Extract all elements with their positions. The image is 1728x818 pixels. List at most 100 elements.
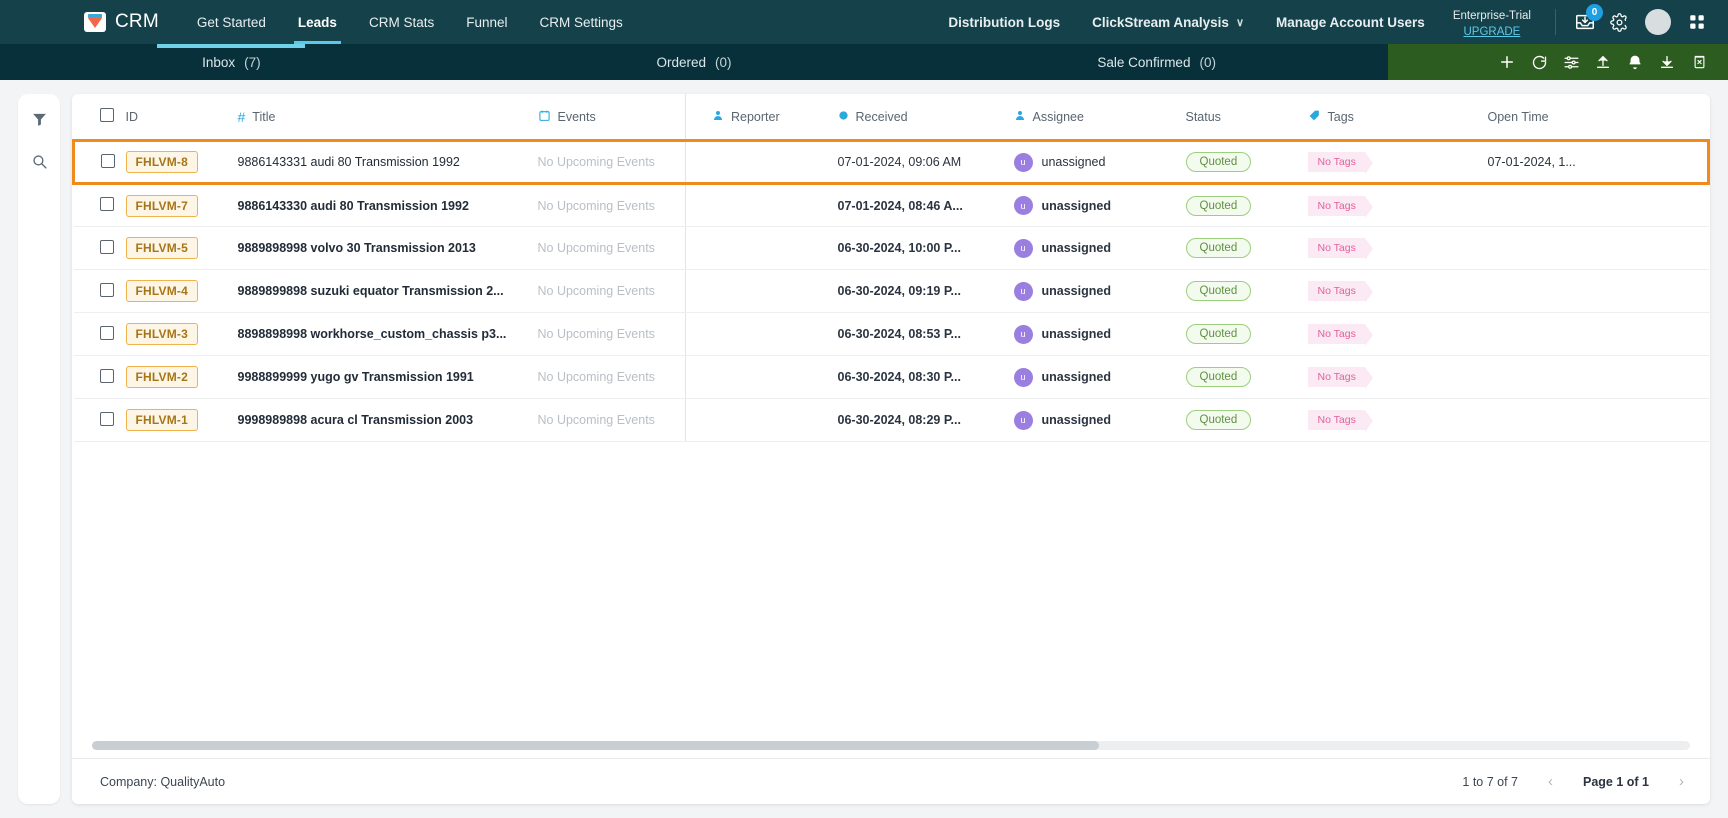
row-status-cell[interactable]: Quoted xyxy=(1185,183,1308,227)
row-title-cell[interactable]: 9886143330 audi 80 Transmission 1992 xyxy=(237,183,538,227)
table-row[interactable]: FHLVM-1 9998989898 acura cl Transmission… xyxy=(73,398,1709,442)
status-badge: Quoted xyxy=(1185,195,1252,216)
checkbox-icon[interactable] xyxy=(99,282,114,297)
row-checkbox-cell[interactable] xyxy=(73,355,126,399)
row-title-cell[interactable]: 9998989898 acura cl Transmission 2003 xyxy=(237,398,538,442)
th-select-all[interactable] xyxy=(73,94,126,141)
row-assignee-cell[interactable]: u unassigned xyxy=(1013,226,1186,270)
refresh-icon[interactable] xyxy=(1524,47,1554,77)
gear-icon[interactable] xyxy=(1602,5,1636,39)
row-checkbox-cell[interactable] xyxy=(73,398,126,442)
row-tags-cell[interactable]: No Tags xyxy=(1307,139,1488,185)
nav-manage-account-users[interactable]: Manage Account Users xyxy=(1260,0,1441,44)
id-chip[interactable]: FHLVM-5 xyxy=(125,237,199,259)
nav-clickstream-analysis[interactable]: ClickStream Analysis ∨ xyxy=(1076,0,1260,44)
row-assignee-cell[interactable]: u unassigned xyxy=(1013,269,1186,313)
row-status-cell[interactable]: Quoted xyxy=(1185,312,1308,356)
inbox-download-icon[interactable]: 0 xyxy=(1568,4,1603,39)
id-chip[interactable]: FHLVM-7 xyxy=(125,194,199,217)
row-title-cell[interactable]: 9886143331 audi 80 Transmission 1992 xyxy=(237,139,538,185)
apps-grid-icon[interactable] xyxy=(1680,5,1714,39)
row-title-cell[interactable]: 8898898998 workhorse_custom_chassis p3..… xyxy=(237,312,538,356)
row-checkbox-cell[interactable] xyxy=(73,183,126,227)
nav-crm-settings[interactable]: CRM Settings xyxy=(524,0,639,44)
th-reporter[interactable]: Reporter xyxy=(685,94,838,141)
checkbox-icon[interactable] xyxy=(99,411,114,426)
tab-ordered[interactable]: Ordered (0) xyxy=(463,44,926,80)
upgrade-link[interactable]: UPGRADE xyxy=(1453,25,1531,39)
nav-funnel[interactable]: Funnel xyxy=(450,0,523,44)
table-row[interactable]: FHLVM-8 9886143331 audi 80 Transmission … xyxy=(72,139,1710,185)
row-assignee-cell[interactable]: u unassigned xyxy=(1013,398,1186,442)
row-title-cell[interactable]: 9988899999 yugo gv Transmission 1991 xyxy=(237,355,538,399)
id-chip[interactable]: FHLVM-1 xyxy=(125,409,199,431)
checkbox-icon[interactable] xyxy=(99,239,114,254)
row-checkbox-cell[interactable] xyxy=(73,312,126,356)
th-events[interactable]: Events xyxy=(537,94,686,141)
row-tags-cell[interactable]: No Tags xyxy=(1307,355,1488,399)
checkbox-icon[interactable] xyxy=(99,325,114,340)
row-checkbox-cell[interactable] xyxy=(72,139,126,185)
row-checkbox-cell[interactable] xyxy=(73,226,126,270)
th-tags[interactable]: Tags xyxy=(1307,94,1488,141)
checkbox-icon[interactable] xyxy=(99,197,114,211)
brand[interactable]: CRM xyxy=(84,11,159,33)
id-chip[interactable]: FHLVM-8 xyxy=(125,151,199,173)
table-row[interactable]: FHLVM-5 9889898998 volvo 30 Transmission… xyxy=(73,226,1709,270)
filter-settings-icon[interactable] xyxy=(1556,47,1586,77)
horizontal-scrollbar[interactable] xyxy=(92,741,1690,750)
nav-crm-stats[interactable]: CRM Stats xyxy=(353,0,450,44)
row-status-cell[interactable]: Quoted xyxy=(1185,226,1308,270)
th-open-time[interactable]: Open Time xyxy=(1487,94,1709,141)
row-status-cell[interactable]: Quoted xyxy=(1185,398,1308,442)
id-chip[interactable]: FHLVM-4 xyxy=(125,280,199,302)
th-id[interactable]: ID xyxy=(125,94,238,141)
delete-icon[interactable] xyxy=(1684,47,1714,77)
row-assignee-cell[interactable]: u unassigned xyxy=(1013,183,1186,227)
bell-icon[interactable] xyxy=(1620,47,1650,77)
add-icon[interactable] xyxy=(1492,47,1522,77)
search-icon[interactable] xyxy=(26,148,52,174)
tab-inbox[interactable]: Inbox (7) xyxy=(0,44,463,80)
checkbox-icon[interactable] xyxy=(99,368,114,383)
checkbox-icon[interactable] xyxy=(101,153,115,168)
row-assignee-cell[interactable]: u unassigned xyxy=(1013,355,1186,399)
row-status-cell[interactable]: Quoted xyxy=(1185,355,1308,399)
download-icon[interactable] xyxy=(1652,47,1682,77)
row-status-cell[interactable]: Quoted xyxy=(1185,269,1308,313)
row-tags-cell[interactable]: No Tags xyxy=(1307,269,1488,313)
user-avatar[interactable] xyxy=(1645,9,1671,35)
prev-page-button[interactable]: ‹ xyxy=(1544,773,1557,790)
table-row[interactable]: FHLVM-2 9988899999 yugo gv Transmission … xyxy=(73,355,1709,399)
filter-icon[interactable] xyxy=(26,106,52,132)
next-page-button[interactable]: › xyxy=(1675,773,1688,790)
th-title[interactable]: # Title xyxy=(237,94,538,141)
table-row[interactable]: FHLVM-7 9886143330 audi 80 Transmission … xyxy=(73,183,1709,227)
row-tags-cell[interactable]: No Tags xyxy=(1307,183,1488,227)
id-chip[interactable]: FHLVM-2 xyxy=(125,366,199,388)
row-assignee-cell[interactable]: u unassigned xyxy=(1013,139,1186,185)
row-id-cell: FHLVM-7 xyxy=(125,183,238,227)
row-title-cell[interactable]: 9889898998 volvo 30 Transmission 2013 xyxy=(237,226,538,270)
row-assignee-cell[interactable]: u unassigned xyxy=(1013,312,1186,356)
row-checkbox-cell[interactable] xyxy=(73,269,126,313)
nav-distribution-logs[interactable]: Distribution Logs xyxy=(932,0,1076,44)
tab-sale-confirmed[interactable]: Sale Confirmed (0) xyxy=(925,44,1388,80)
th-assignee[interactable]: Assignee xyxy=(1013,94,1186,141)
th-status[interactable]: Status xyxy=(1185,94,1308,141)
th-received[interactable]: Received xyxy=(837,94,1014,141)
scrollbar-thumb[interactable] xyxy=(92,741,1099,750)
id-chip[interactable]: FHLVM-3 xyxy=(125,323,199,345)
checkbox-icon[interactable] xyxy=(99,108,114,122)
nav-get-started[interactable]: Get Started xyxy=(181,0,282,44)
nav-leads[interactable]: Leads xyxy=(282,0,353,44)
upload-icon[interactable] xyxy=(1588,47,1618,77)
leads-grid-scroll[interactable]: ID # Title Events Reporter Received Assi… xyxy=(72,94,1710,731)
table-row[interactable]: FHLVM-4 9889899898 suzuki equator Transm… xyxy=(73,269,1709,313)
table-row[interactable]: FHLVM-3 8898898998 workhorse_custom_chas… xyxy=(73,312,1709,356)
row-status-cell[interactable]: Quoted xyxy=(1185,139,1308,185)
row-title-cell[interactable]: 9889899898 suzuki equator Transmission 2… xyxy=(237,269,538,313)
row-tags-cell[interactable]: No Tags xyxy=(1307,312,1488,356)
row-tags-cell[interactable]: No Tags xyxy=(1307,226,1488,270)
row-tags-cell[interactable]: No Tags xyxy=(1307,398,1488,442)
